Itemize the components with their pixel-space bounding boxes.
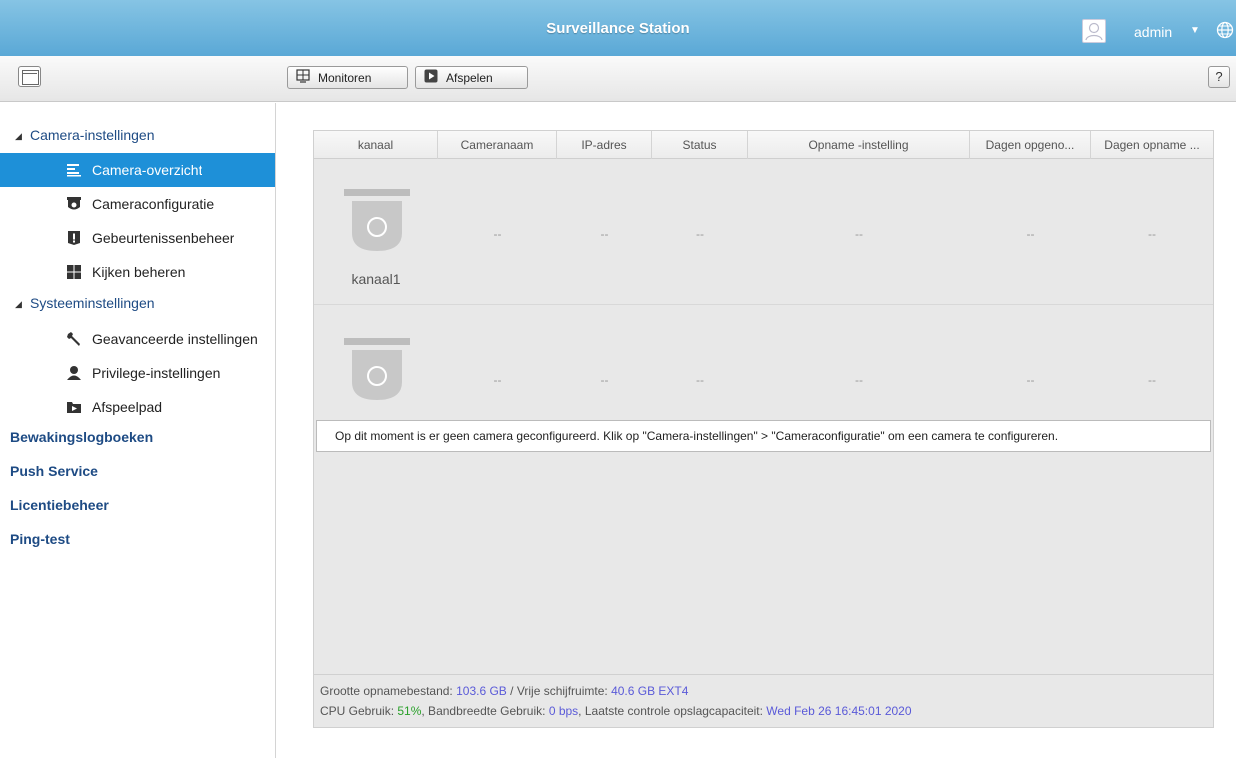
column-header-ip-address[interactable]: IP-adres [557, 131, 652, 159]
no-camera-message: Op dit moment is er geen camera geconfig… [316, 420, 1211, 452]
collapse-triangle-icon[interactable]: ◢ [15, 131, 22, 142]
table-header: kanaal Cameranaam IP-adres Status Opname… [314, 131, 1213, 159]
folder-play-icon [66, 399, 82, 415]
bandwidth-label: , Bandbreedte Gebruik: [421, 704, 549, 718]
app-title: Surveillance Station [546, 20, 690, 37]
cpu-value: 51% [397, 704, 422, 718]
sidebar-group-system[interactable]: Systeeminstellingen [30, 295, 155, 311]
storage-status-footer: Grootte opnamebestand: 103.6 GB / Vrije … [314, 674, 1213, 727]
sidebar-item-label: Privilege-instellingen [92, 365, 221, 381]
list-icon [66, 162, 82, 178]
sidebar-item-camera-overview[interactable]: Camera-overzicht [0, 153, 275, 187]
sidebar-item-playback-path[interactable]: Afspeelpad [0, 390, 275, 424]
play-icon [424, 69, 438, 86]
sidebar-link-license-management[interactable]: Licentiebeheer [10, 497, 109, 513]
sidebar-item-label: Afspeelpad [92, 399, 163, 415]
sidebar-group-camera[interactable]: Camera-instellingen [30, 127, 155, 143]
sidebar-item-label: Gebeurtenissenbeheer [92, 230, 235, 246]
alert-icon [66, 230, 82, 246]
user-menu[interactable]: admin [1134, 24, 1172, 40]
column-header-recording-setting[interactable]: Opname -instelling [748, 131, 970, 159]
help-button[interactable]: ? [1208, 66, 1230, 88]
free-space-label: Vrije schijfruimte: [516, 684, 612, 698]
sidebar-link-push-service[interactable]: Push Service [10, 463, 98, 479]
sidebar-item-advanced-settings[interactable]: Geavanceerde instellingen [0, 322, 275, 356]
wrench-icon [66, 331, 82, 347]
recording-setting-cell: -- [855, 373, 863, 387]
ip-address-cell: -- [600, 227, 609, 241]
sidebar-item-camera-config[interactable]: Cameraconfiguratie [0, 187, 275, 221]
recording-size-value: 103.6 GB [456, 684, 507, 698]
days-recorded-cell: -- [1026, 373, 1035, 387]
cpu-label: CPU Gebruik: [320, 704, 398, 718]
playback-button[interactable]: Afspelen [415, 66, 528, 89]
monitor-icon [296, 69, 310, 86]
sidebar-item-label: Cameraconfiguratie [92, 196, 215, 212]
title-bar: Surveillance Station admin ▼ [0, 0, 1236, 56]
recording-size-label: Grootte opnamebestand: [320, 684, 457, 698]
ip-address-cell: -- [600, 373, 609, 387]
camera-icon [344, 338, 410, 400]
last-check-label: , Laatste controle opslagcapaciteit: [578, 704, 767, 718]
last-check-value: Wed Feb 26 16:45:01 2020 [766, 704, 912, 718]
bandwidth-value: 0 bps [548, 704, 579, 718]
camera-list-panel: kanaal Cameranaam IP-adres Status Opname… [313, 130, 1214, 728]
column-header-recording-days[interactable]: Dagen opname ... [1091, 131, 1213, 159]
status-cell: -- [696, 227, 704, 241]
camera-name-cell: -- [493, 373, 502, 387]
collapse-triangle-icon[interactable]: ◢ [15, 299, 22, 310]
usage-line: CPU Gebruik: 51%, Bandbreedte Gebruik: 0… [320, 704, 1213, 724]
recording-setting-cell: -- [855, 227, 863, 241]
sidebar-item-label: Kijken beheren [92, 264, 186, 280]
sidebar-item-privilege-settings[interactable]: Privilege-instellingen [0, 356, 275, 390]
toolbar: Monitoren Afspelen ? [0, 56, 1236, 102]
table-row[interactable]: -- -- -- -- -- -- [314, 306, 1213, 420]
sidebar-toggle-icon[interactable] [18, 66, 41, 87]
separator: / [506, 684, 517, 698]
playback-label: Afspelen [446, 70, 493, 85]
camera-icon [66, 196, 82, 212]
user-icon [66, 365, 82, 381]
sidebar-item-view-management[interactable]: Kijken beheren [0, 255, 275, 289]
camera-icon [344, 189, 410, 251]
monitor-label: Monitoren [318, 70, 372, 85]
channel-label: kanaal1 [351, 271, 401, 287]
sidebar-item-event-management[interactable]: Gebeurtenissenbeheer [0, 221, 275, 255]
sidebar-link-surveillance-logs[interactable]: Bewakingslogboeken [10, 429, 153, 445]
sidebar: ◢ Camera-instellingen Camera-overzicht C… [0, 103, 276, 758]
grid-icon [66, 264, 82, 280]
sidebar-item-label: Camera-overzicht [92, 162, 203, 178]
free-space-value: 40.6 GB EXT4 [611, 684, 689, 698]
recording-days-cell: -- [1148, 227, 1156, 241]
column-header-channel[interactable]: kanaal [314, 131, 438, 159]
days-recorded-cell: -- [1026, 227, 1035, 241]
status-cell: -- [696, 373, 704, 387]
storage-line: Grootte opnamebestand: 103.6 GB / Vrije … [320, 684, 1213, 704]
sidebar-item-label: Geavanceerde instellingen [92, 331, 258, 347]
chevron-down-icon[interactable]: ▼ [1190, 25, 1200, 36]
sidebar-link-ping-test[interactable]: Ping-test [10, 531, 70, 547]
monitor-button[interactable]: Monitoren [287, 66, 408, 89]
column-header-camera-name[interactable]: Cameranaam [438, 131, 557, 159]
recording-days-cell: -- [1148, 373, 1156, 387]
camera-name-cell: -- [493, 227, 502, 241]
column-header-days-recorded[interactable]: Dagen opgeno... [970, 131, 1091, 159]
avatar[interactable] [1082, 19, 1106, 43]
globe-icon[interactable] [1216, 21, 1234, 44]
table-row[interactable]: kanaal1 -- -- -- -- -- -- [314, 159, 1213, 305]
column-header-status[interactable]: Status [652, 131, 748, 159]
